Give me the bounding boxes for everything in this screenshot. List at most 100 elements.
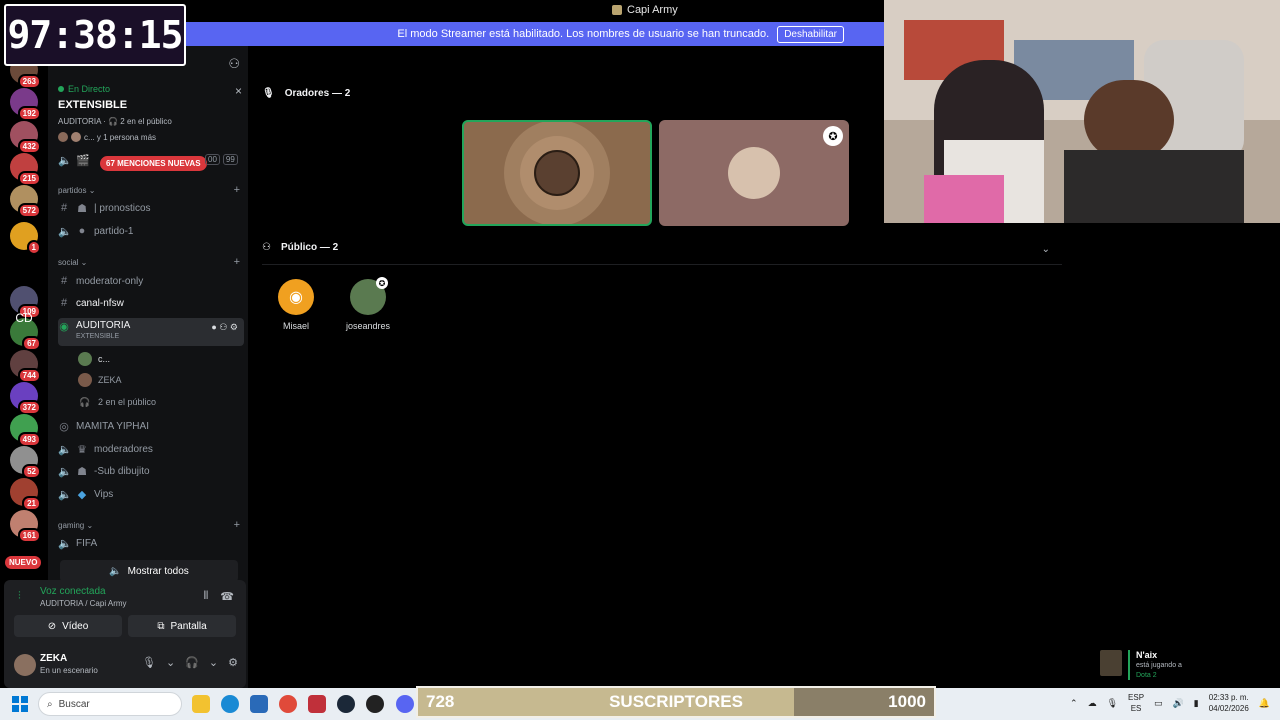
chrome-icon[interactable] [279,695,297,713]
noise-suppression-icon[interactable]: ⦀ [203,590,208,603]
add-member-icon[interactable]: ⚇ [228,56,240,72]
speaker-icon: 🔈 [58,537,72,550]
server-icon[interactable]: 215 [10,153,41,186]
server-icon [612,5,622,15]
chevron-down-icon[interactable]: ⌄ [1042,244,1050,255]
server-icon[interactable]: 572 [10,185,41,218]
channel-label: partido-1 [94,225,134,237]
new-mentions-badge[interactable]: 67 MENCIONES NUEVAS [100,156,207,171]
battery-icon[interactable]: ▮ [1194,698,1199,709]
live-stage-people: c... y 1 persona más [58,132,242,142]
add-channel-icon[interactable]: + [234,519,240,531]
channel-moderator-only[interactable]: # moderator-only [58,271,244,291]
stage-member[interactable]: ZEKA [78,371,122,389]
channel-mamita-yiphai[interactable]: ◎ MAMITA YIPHAI [58,416,244,436]
unread-badge: 215 [17,171,41,186]
server-icon[interactable]: 432 [10,121,41,154]
volume-icon[interactable]: 🔊 [1173,698,1184,709]
windows-start-icon[interactable] [12,696,28,712]
channel-label: moderator-only [76,275,144,287]
system-tray: ⌃ ☁ 🎙 ESP ES ▭ 🔊 ▮ 02:33 p. m. 04/02/202… [1070,692,1270,714]
subscriber-goal-bar: 728 SUSCRIPTORES 1000 [416,686,936,718]
add-channel-icon[interactable]: + [234,256,240,268]
activity-notification[interactable]: N'aix está jugando a Dota 2 [1096,648,1280,684]
close-icon[interactable]: × [235,84,242,98]
category-gaming[interactable]: gaming ⌄ + [58,519,240,531]
voice-status[interactable]: Voz conectada [40,586,106,597]
speaker-tile[interactable]: ✪ [659,120,849,226]
cloud-icon[interactable]: ☁ [1088,698,1097,709]
channel-label: Vips [94,488,114,500]
channel-actions[interactable]: ● ⚇ ⚙ [211,322,238,333]
speaker-icon: 🔈 [58,443,72,456]
microphone-icon[interactable]: 🎙 [1107,698,1118,709]
stage-member[interactable]: c... [78,350,110,368]
server-icon[interactable]: 493 [10,414,41,447]
audience-member[interactable]: ✪ joseandres [338,277,398,331]
audience-name: joseandres [345,321,391,331]
language-indicator[interactable]: ESP ES [1128,692,1144,714]
file-explorer-icon[interactable] [192,695,210,713]
speaker-tile[interactable] [462,120,652,226]
channel-fifa[interactable]: 🔈 FIFA [58,533,244,553]
server-icon[interactable]: 52 [10,446,41,479]
channel-moderadores[interactable]: 🔈 ♛ moderadores [58,439,244,459]
stream-timer: 97:38:15 [4,4,186,66]
server-icon[interactable]: 161 [10,510,41,543]
audience-member[interactable]: ◉ Misael [266,279,326,331]
channel-auditoria-text: AUDITORIA EXTENSIBLE [76,320,130,340]
screen-share-button[interactable]: ⧉ Pantalla [128,615,236,637]
server-icon[interactable]: 372 [10,382,41,415]
discord-icon[interactable] [396,695,414,713]
edge-icon[interactable] [221,695,239,713]
avatar [1100,650,1122,676]
category-partidos[interactable]: partidos ⌄ + [58,184,240,196]
live-stage-card[interactable]: En Directo EXTENSIBLE AUDITORIA · 🎧 2 en… [58,84,242,142]
channel-label: canal-nfsw [76,297,124,309]
chevron-up-icon[interactable]: ⌃ [1070,698,1078,709]
app-icon[interactable] [308,695,326,713]
server-icon[interactable]: 1 [10,222,41,255]
disconnect-icon[interactable]: ☎ [220,590,234,603]
video-button[interactable]: ⊘ Vídeo [14,615,122,637]
speaker-icon: 🔈 [58,488,72,501]
channel-sub-dibujito[interactable]: 🔈 ☗ -Sub dibujito [58,461,244,481]
signal-icon: ⫶ [18,590,21,602]
add-channel-icon[interactable]: + [234,184,240,196]
taskbar-search[interactable]: ⌕ Buscar [38,692,182,716]
channel-canal-nfsw[interactable]: # canal-nfsw [58,293,244,313]
channel-label: FIFA [76,537,98,549]
new-badge[interactable]: NUEVO [5,556,42,569]
server-icon[interactable]: 744 [10,350,41,383]
chevron-down-icon[interactable]: ⌄ [166,656,175,669]
clock[interactable]: 02:33 p. m. 04/02/2026 [1209,692,1249,714]
notification-bell-icon[interactable]: 🔔 [1259,698,1270,709]
server-cd[interactable]: CD [10,304,38,332]
server-icon[interactable]: 21 [10,478,41,511]
unread-badge: 372 [17,400,41,415]
channel-partido-1[interactable]: 🔈 ● partido-1 [58,221,244,241]
disable-streamer-button[interactable]: Deshabilitar [777,25,844,43]
channel-auditoria[interactable]: ◉ AUDITORIA EXTENSIBLE ● ⚇ ⚙ [58,318,244,346]
channel-label: MAMITA YIPHAI [76,420,149,432]
chevron-down-icon[interactable]: ⌄ [209,656,218,669]
microphone-icon[interactable]: 🎙 [142,656,156,669]
obs-icon[interactable] [366,695,384,713]
speakers-header-text: Oradores — 2 [284,88,351,99]
headphones-icon[interactable]: 🎧 [185,656,199,669]
gear-icon[interactable]: ⚙ [228,656,238,669]
voice-location[interactable]: AUDITORIA / Capi Army [40,599,127,608]
headphones-icon: 🎧 [79,396,91,407]
user-panel[interactable]: ZEKA En un escenario 🎙 ⌄ 🎧 ⌄ ⚙ [14,652,240,682]
monitor-icon[interactable]: ▭ [1154,698,1163,709]
store-icon[interactable] [250,695,268,713]
speakers-header: 🎙 Oradores — 2 [262,88,350,99]
steam-icon[interactable] [337,695,355,713]
channel-pronosticos[interactable]: # ☗ | pronosticos [58,198,244,218]
server-icon[interactable]: 192 [10,88,41,121]
show-all-button[interactable]: 🔈 Mostrar todos [60,560,238,582]
category-social[interactable]: social ⌄ + [58,256,240,268]
show-all-label: Mostrar todos [127,565,189,577]
camera-off-icon: ⊘ [47,620,57,632]
channel-vips[interactable]: 🔈 ◆ Vips [58,484,244,504]
